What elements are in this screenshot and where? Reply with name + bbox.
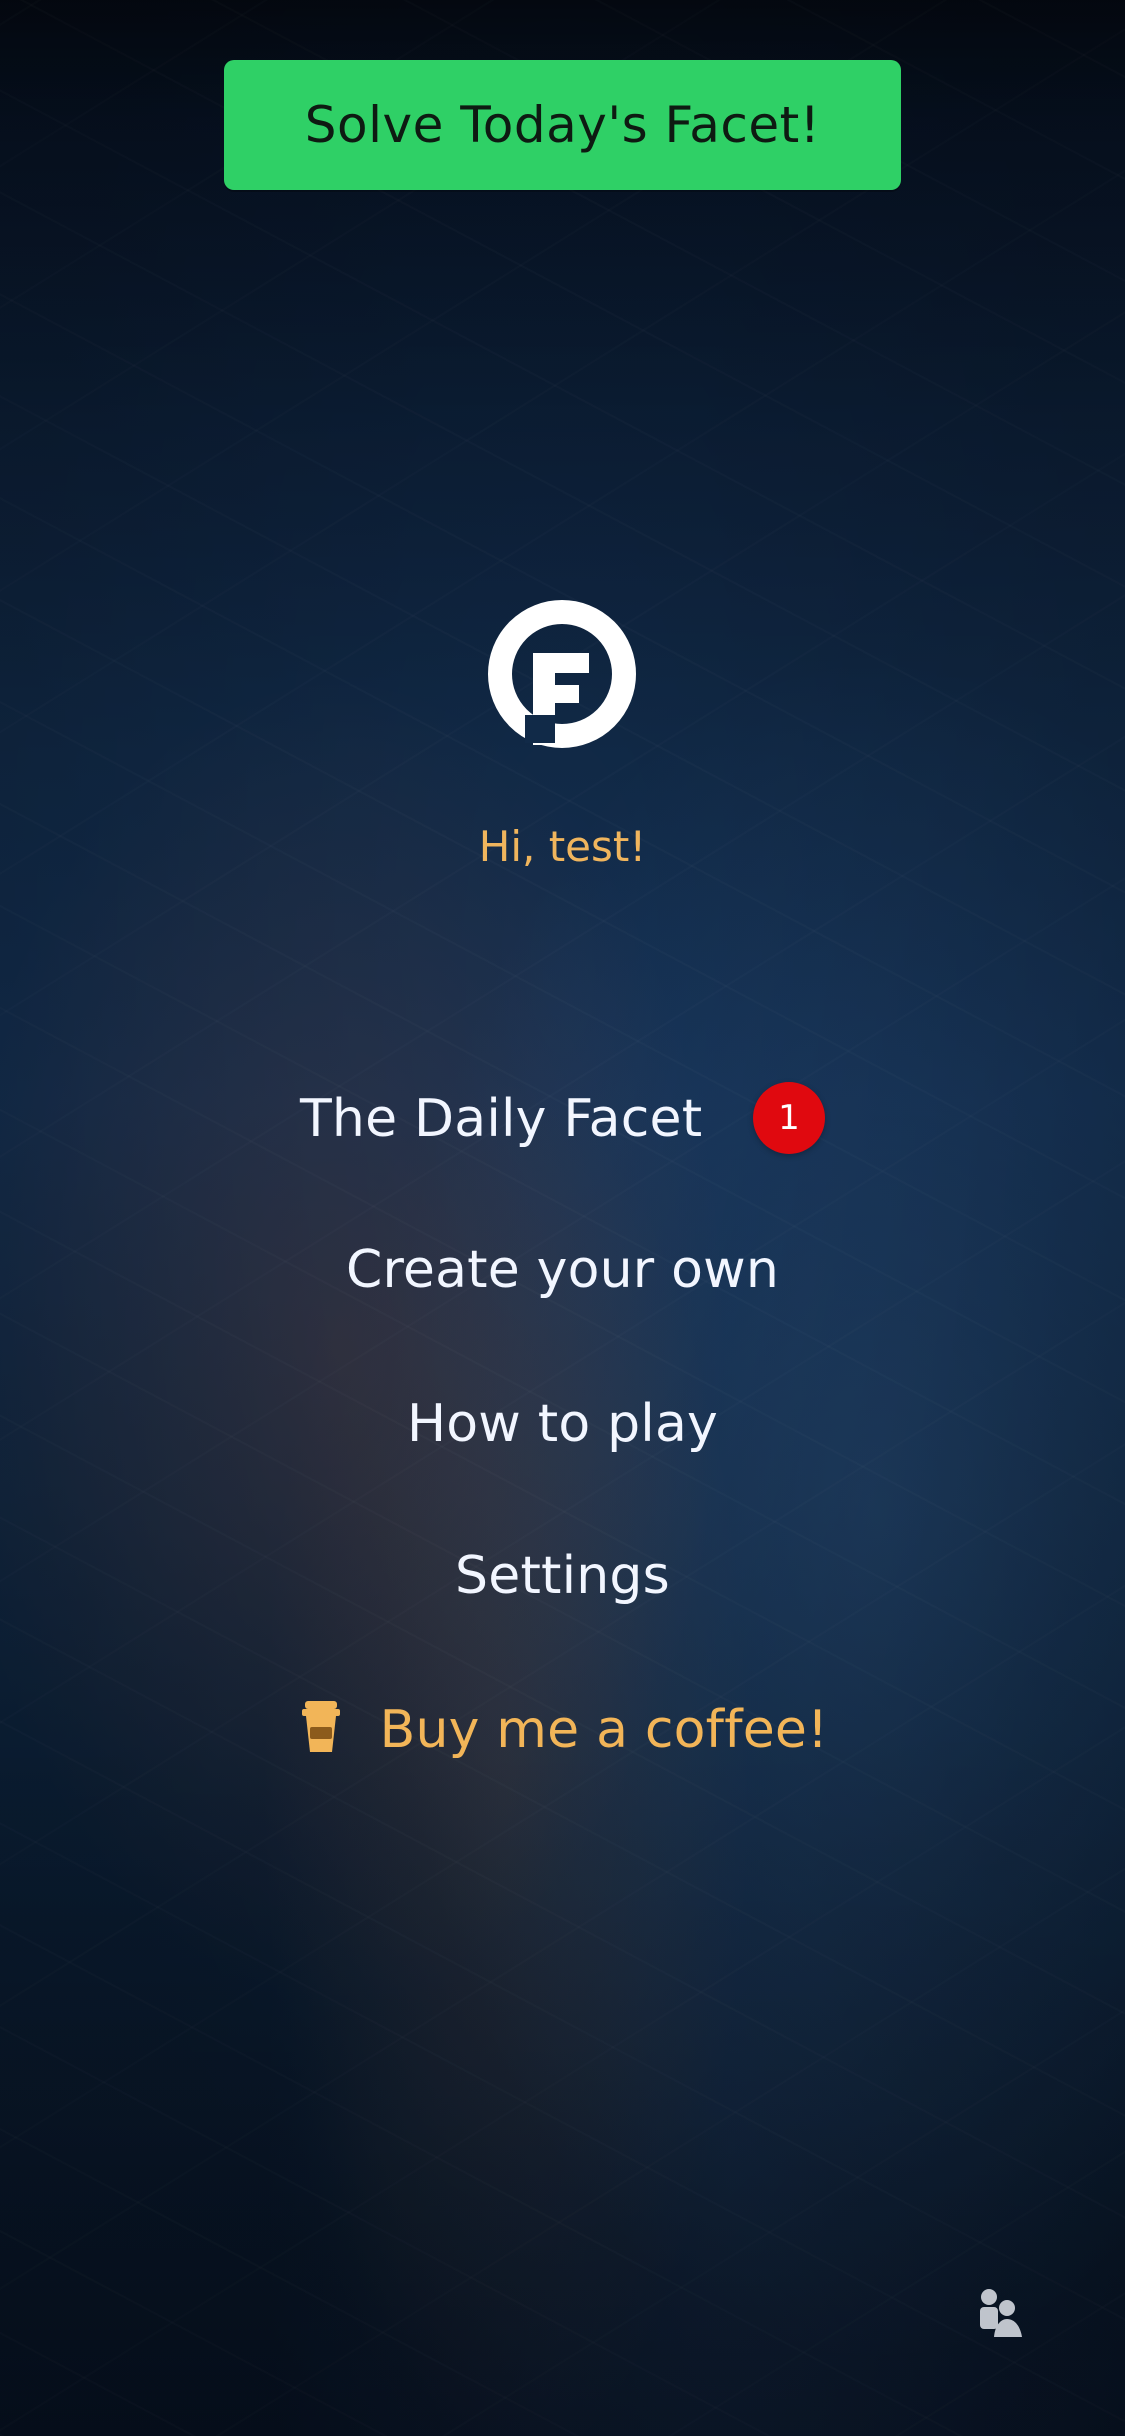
notification-badge: 1 [753, 1082, 826, 1154]
menu-item-label: How to play [406, 1394, 718, 1454]
menu-item-how-to-play[interactable]: How to play [0, 1394, 1125, 1454]
menu-item-label: The Daily Facet [299, 1089, 703, 1149]
menu-item-create-your-own[interactable]: Create your own [0, 1240, 1125, 1300]
greeting-text: Hi, test! [478, 822, 647, 871]
background-artwork [0, 0, 1125, 2436]
friends-icon[interactable] [972, 2285, 1026, 2339]
menu-item-label: Settings [455, 1546, 670, 1606]
facet-logo-icon [485, 597, 639, 751]
coffee-cup-icon [297, 1698, 345, 1756]
menu-item-settings[interactable]: Settings [0, 1546, 1125, 1606]
menu-item-label: Buy me a coffee! [379, 1700, 829, 1760]
menu-item-label: Create your own [345, 1240, 780, 1300]
menu-item-buy-me-a-coffee[interactable]: Buy me a coffee! [0, 1700, 1125, 1762]
solve-todays-facet-button[interactable]: Solve Today's Facet! [224, 60, 901, 190]
menu-item-daily-facet[interactable]: The Daily Facet 1 [0, 1082, 1125, 1158]
